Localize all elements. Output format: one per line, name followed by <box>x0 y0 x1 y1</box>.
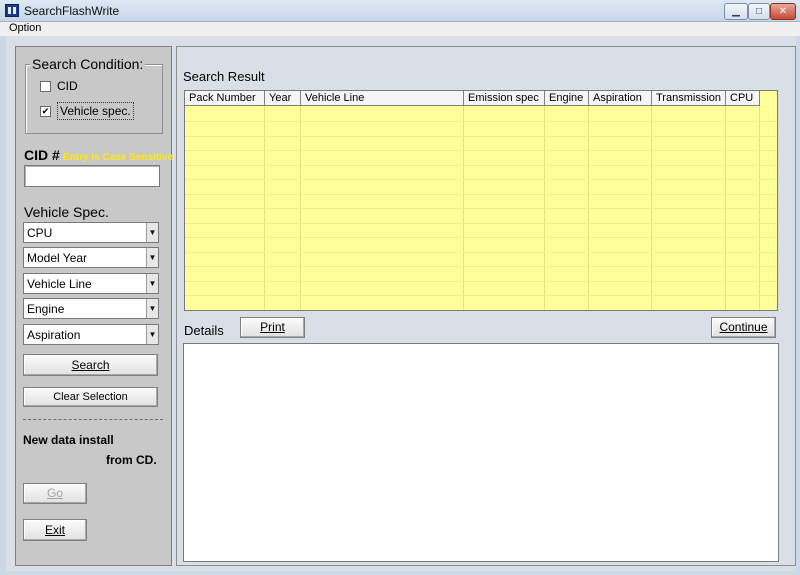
install-text-line2: from CD. <box>106 453 157 467</box>
grid-row-line <box>185 266 777 267</box>
go-button[interactable]: Go <box>23 483 87 504</box>
column-header-year[interactable]: Year <box>265 91 301 106</box>
search-button[interactable]: Search <box>23 354 158 376</box>
dropdown-arrow-icon[interactable]: ▼ <box>146 299 158 318</box>
vehicle-spec-label: Vehicle Spec. <box>24 204 109 220</box>
column-header-engine[interactable]: Engine <box>545 91 589 106</box>
print-button[interactable]: Print <box>240 317 305 338</box>
aspiration-select-value: Aspiration <box>27 328 81 342</box>
menu-bar: Option <box>0 22 800 36</box>
exit-button-label: Exit <box>44 523 65 537</box>
window-title: SearchFlashWrite <box>24 4 120 18</box>
grid-row-line <box>185 295 777 296</box>
vehicle-spec-checkbox[interactable]: ✔ <box>40 105 51 117</box>
cid-input[interactable] <box>24 165 160 187</box>
grid-row-line <box>185 251 777 253</box>
continue-button-label: Continue <box>719 320 768 334</box>
exit-button[interactable]: Exit <box>23 519 87 541</box>
cid-checkbox-label: CID <box>57 79 78 93</box>
grid-row-line <box>185 309 777 310</box>
vehicle-line-select-value: Vehicle Line <box>27 277 92 291</box>
vehicle-spec-checkbox-label: Vehicle spec. <box>57 102 134 120</box>
print-button-label: Print <box>260 320 285 334</box>
dropdown-arrow-icon[interactable]: ▼ <box>146 274 158 293</box>
engine-select-value: Engine <box>27 302 65 316</box>
cid-checkbox-row[interactable]: CID <box>40 77 78 95</box>
maximize-button[interactable]: □ <box>748 3 770 20</box>
grid-row-line <box>185 193 777 195</box>
app-icon <box>5 4 19 17</box>
grid-row-line <box>185 208 777 209</box>
close-icon: ✕ <box>778 6 788 17</box>
grid-row-line <box>185 237 777 238</box>
case-sensitive-hint: Entry is Case Sensitive <box>63 152 174 163</box>
cid-label: CID # <box>24 147 60 163</box>
go-button-label: Go <box>46 486 63 500</box>
grid-row-line <box>185 121 777 122</box>
dropdown-arrow-icon[interactable]: ▼ <box>146 325 158 344</box>
search-condition-group <box>25 64 163 134</box>
grid-row-line <box>185 222 777 224</box>
vehicle-line-select[interactable]: Vehicle Line ▼ <box>23 273 159 294</box>
menu-option[interactable]: Option <box>9 22 41 34</box>
close-button[interactable]: ✕ <box>770 3 796 20</box>
grid-row-line <box>185 135 777 137</box>
dropdown-arrow-icon[interactable]: ▼ <box>146 248 158 267</box>
column-header-vehicle-line[interactable]: Vehicle Line <box>301 91 464 106</box>
model-year-select-value: Model Year <box>27 251 88 265</box>
details-title: Details <box>184 323 224 338</box>
grid-row-line <box>185 164 777 166</box>
search-result-grid[interactable]: Pack Number Year Vehicle Line Emission s… <box>184 90 778 311</box>
grid-row-line <box>185 280 777 282</box>
engine-select[interactable]: Engine ▼ <box>23 298 159 319</box>
minimize-button[interactable]: ▁ <box>724 3 748 20</box>
install-text-line1: New data install <box>23 433 114 447</box>
details-box[interactable] <box>183 343 779 562</box>
dropdown-arrow-icon[interactable]: ▼ <box>146 223 158 242</box>
column-header-cpu[interactable]: CPU <box>726 91 760 106</box>
divider <box>23 419 163 420</box>
grid-row-line <box>185 150 777 151</box>
column-header-aspiration[interactable]: Aspiration <box>589 91 652 106</box>
column-header-transmission[interactable]: Transmission <box>652 91 726 106</box>
cid-checkbox[interactable] <box>40 80 51 92</box>
column-header-emission-spec[interactable]: Emission spec <box>464 91 545 106</box>
grid-row-line <box>185 179 777 180</box>
minimize-icon: ▁ <box>732 6 740 17</box>
clear-selection-button[interactable]: Clear Selection <box>23 387 158 407</box>
aspiration-select[interactable]: Aspiration ▼ <box>23 324 159 345</box>
column-header-pack-number[interactable]: Pack Number <box>185 91 265 106</box>
cpu-select-value: CPU <box>27 226 53 240</box>
continue-button[interactable]: Continue <box>711 317 776 338</box>
search-result-title: Search Result <box>183 69 265 84</box>
vehicle-spec-checkbox-row[interactable]: ✔ Vehicle spec. <box>40 102 134 120</box>
model-year-select[interactable]: Model Year ▼ <box>23 247 159 268</box>
maximize-icon: □ <box>755 6 763 17</box>
search-condition-title: Search Condition: <box>30 56 146 72</box>
cpu-select[interactable]: CPU ▼ <box>23 222 159 243</box>
grid-header: Pack Number Year Vehicle Line Emission s… <box>185 91 760 106</box>
title-bar: SearchFlashWrite ▁ □ ✕ <box>0 0 800 22</box>
clear-selection-button-label: Clear Selection <box>53 391 128 403</box>
search-button-label: Search <box>71 358 110 372</box>
